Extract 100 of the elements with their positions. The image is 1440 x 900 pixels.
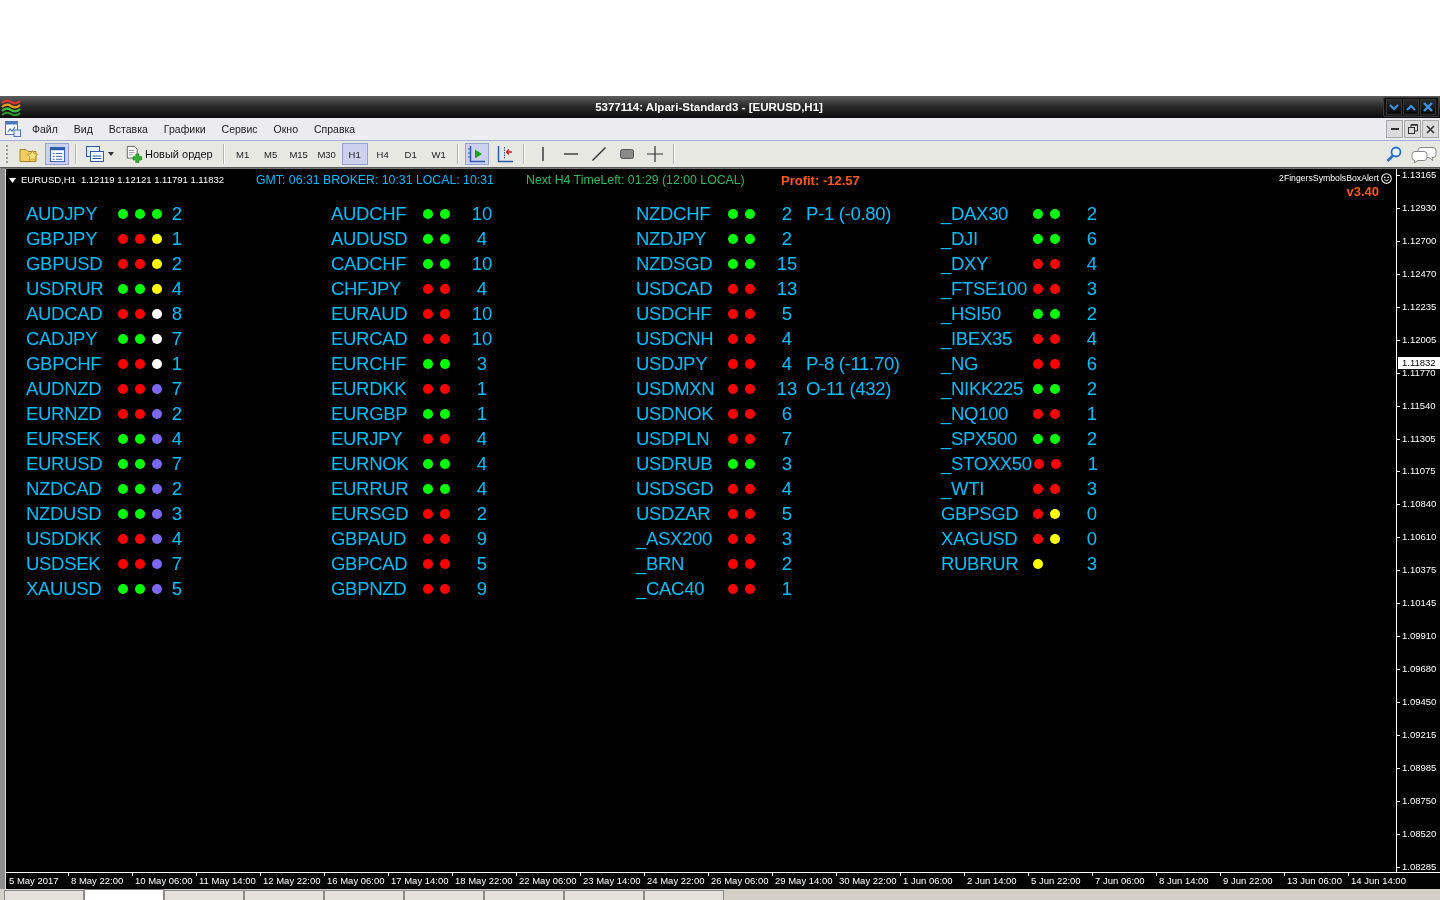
count-label: 7 xyxy=(170,552,184,575)
count-label: 1 xyxy=(475,402,489,425)
symbol-label: XAUUSD xyxy=(26,577,103,600)
symbol-label: _SPX500 xyxy=(941,427,1019,450)
minimize-button[interactable] xyxy=(1386,99,1402,115)
count-label: 2 xyxy=(780,552,794,575)
symbol-label: EURUSD xyxy=(26,452,104,475)
chart-tab[interactable] xyxy=(324,890,404,900)
chart-windows-button[interactable] xyxy=(83,143,115,165)
symbol-label: GBPNZD xyxy=(331,577,408,600)
symbol-label: RUBRUR xyxy=(941,552,1020,575)
time-label: 24 May 22:00 xyxy=(644,873,708,888)
timeframe-button[interactable]: D1 xyxy=(397,143,424,165)
symbol-label: GBPSGD xyxy=(941,502,1020,525)
chevron-up-icon xyxy=(1406,103,1416,111)
count-label: 6 xyxy=(1085,352,1099,375)
time-label: 18 May 22:00 xyxy=(452,873,516,888)
menu-item[interactable]: Вставка xyxy=(100,120,156,138)
navigator-panel-icon xyxy=(48,145,66,163)
count-label: 3 xyxy=(1085,277,1099,300)
time-label: 1 Jun 06:00 xyxy=(900,873,964,888)
count-label: 13 xyxy=(776,277,798,300)
symbol-label: USDPLN xyxy=(636,427,711,450)
count-label: 3 xyxy=(780,452,794,475)
positions-label: P-1 (-0.80) xyxy=(806,202,893,226)
chart-tab[interactable] xyxy=(404,890,484,900)
symbol-label: NZDSGD xyxy=(636,252,714,275)
price-label: 1.11305 xyxy=(1397,433,1440,444)
count-label: 10 xyxy=(471,327,493,350)
maximize-button[interactable] xyxy=(1403,99,1419,115)
chart-tab[interactable] xyxy=(84,889,164,900)
menu-item[interactable]: Окно xyxy=(265,120,306,138)
close-button[interactable] xyxy=(1422,120,1439,138)
price-label: 1.09215 xyxy=(1397,729,1440,740)
symbol-label: EURAUD xyxy=(331,302,409,325)
time-label: 30 May 22:00 xyxy=(836,873,900,888)
count-label: 2 xyxy=(475,502,489,525)
symbol-label: GBPCAD xyxy=(331,552,409,575)
symbol-label: NZDUSD xyxy=(26,502,103,525)
new-order-button[interactable]: Новый ордер xyxy=(121,143,217,165)
auto-scroll-button[interactable] xyxy=(464,143,489,165)
chart-tab[interactable] xyxy=(564,890,644,900)
count-label: 9 xyxy=(475,527,489,550)
symbol-label: EURSGD xyxy=(331,502,410,525)
menu-item[interactable]: Файл xyxy=(24,120,66,138)
price-label: 1.09910 xyxy=(1397,631,1440,642)
logo-icon xyxy=(1,98,21,116)
timeframe-button[interactable]: M1 xyxy=(229,143,256,165)
timeframe-button[interactable]: M5 xyxy=(257,143,284,165)
count-label: 10 xyxy=(471,252,493,275)
bar-timer-label: Next H4 TimeLeft: 01:29 (12:00 LOCAL) xyxy=(526,172,746,188)
chart-tab[interactable] xyxy=(164,890,244,900)
chart-tab[interactable] xyxy=(4,890,84,900)
price-label: 1.08520 xyxy=(1397,828,1440,839)
symbol-label: _STOXX50 xyxy=(941,452,1032,475)
symbol-label: AUDNZD xyxy=(26,377,103,400)
profit-label: Profit: -12.57 xyxy=(781,172,860,188)
time-label: 8 May 22:00 xyxy=(68,873,132,888)
timeframe-button[interactable]: W1 xyxy=(425,143,452,165)
price-label: 1.09450 xyxy=(1397,697,1440,707)
menu-item[interactable]: Вид xyxy=(65,120,101,138)
symbol-label: NZDCAD xyxy=(26,477,103,500)
navigator-button[interactable] xyxy=(45,143,69,165)
menu-item[interactable]: Графики xyxy=(155,120,214,138)
timeframe-button[interactable]: H4 xyxy=(369,143,396,165)
count-label: 4 xyxy=(780,327,794,350)
symbol-label: _NIKK225 xyxy=(941,377,1024,400)
chart-tab[interactable] xyxy=(244,890,324,900)
count-label: 4 xyxy=(475,452,489,475)
count-label: 9 xyxy=(475,577,489,600)
count-label: 4 xyxy=(475,477,489,500)
symbol-label: AUDCHF xyxy=(331,202,408,225)
time-label: 26 May 06:00 xyxy=(708,873,772,888)
count-label: 2 xyxy=(1085,302,1099,325)
axes-arrow-icon xyxy=(495,145,514,163)
count-label: 6 xyxy=(1085,227,1099,250)
timeframe-button[interactable]: H1 xyxy=(341,143,368,165)
count-label: 1 xyxy=(780,577,794,600)
symbol-label: _BRN xyxy=(636,552,686,575)
caret-icon xyxy=(107,152,114,156)
count-label: 13 xyxy=(776,377,798,400)
timeframe-button[interactable]: M15 xyxy=(285,143,312,165)
time-label: 17 May 14:00 xyxy=(388,873,452,888)
count-label: 1 xyxy=(170,352,184,375)
positions-label: P-8 (-11.70) O-11 (432) xyxy=(806,352,901,401)
count-label: 2 xyxy=(170,252,184,275)
timeframe-button[interactable]: M30 xyxy=(313,143,340,165)
price-label: 1.08985 xyxy=(1397,762,1440,773)
menu-item[interactable]: Справка xyxy=(306,120,364,138)
price-label: 1.10840 xyxy=(1397,499,1440,510)
time-label: 29 May 14:00 xyxy=(772,873,836,888)
minimize-button[interactable] xyxy=(1386,120,1403,138)
close-button[interactable] xyxy=(1420,99,1436,115)
count-label: 2 xyxy=(780,202,794,225)
count-label: 15 xyxy=(776,252,798,275)
menu-item[interactable]: Сервис xyxy=(213,120,266,138)
restore-button[interactable] xyxy=(1404,120,1421,138)
chart-tab[interactable] xyxy=(484,890,564,900)
count-label: 4 xyxy=(170,427,184,450)
chart-tab[interactable] xyxy=(644,890,724,900)
